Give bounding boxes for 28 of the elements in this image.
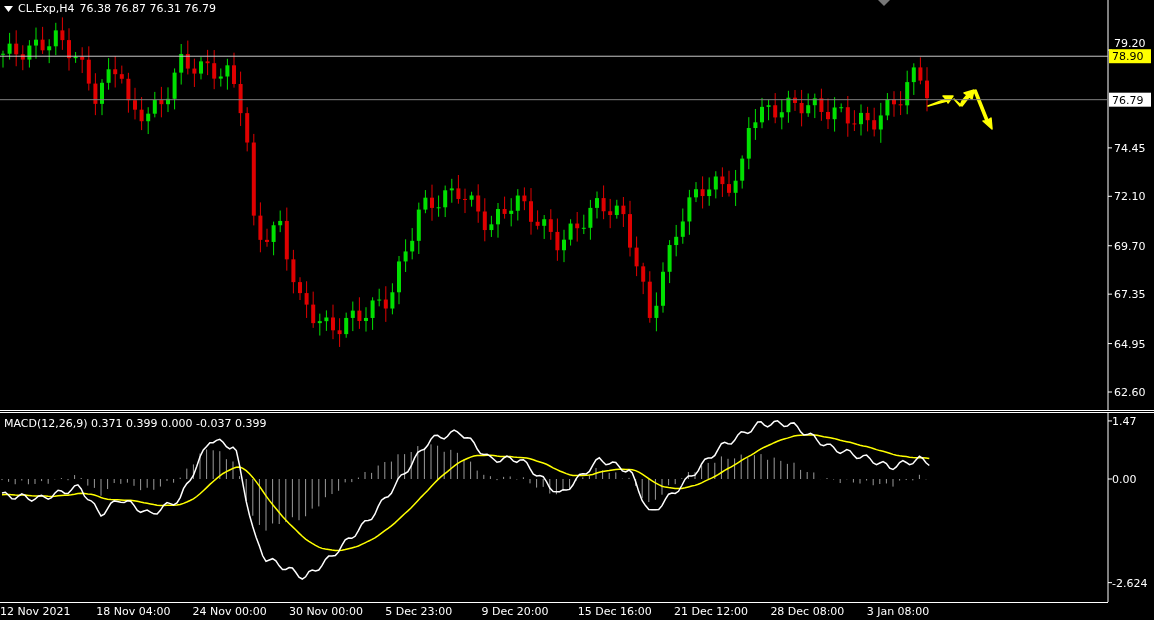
macd-axis-label: -2.624 (1112, 576, 1148, 590)
ohlc-values: 76.38 76.87 76.31 76.79 (79, 2, 216, 15)
price-tag: 76.79 (1109, 92, 1151, 107)
time-axis-label: 24 Nov 00:00 (192, 605, 268, 620)
macd-axis-label: 1.47 (1112, 414, 1137, 428)
time-axis-label: 15 Dec 16:00 (577, 605, 653, 620)
time-axis-label: 18 Nov 04:00 (96, 605, 172, 620)
price-axis-label: 62.60 (1114, 386, 1146, 399)
price-axis-label: 67.35 (1114, 288, 1146, 302)
price-tag: 78.90 (1109, 49, 1151, 64)
price-axis-label: 74.45 (1114, 141, 1146, 155)
price-axis-label: 79.20 (1114, 37, 1146, 51)
time-axis-label: 12 Nov 2021 (0, 605, 72, 620)
time-axis-label: 5 Dec 23:00 (385, 605, 454, 620)
price-axis-label: 64.95 (1114, 337, 1146, 351)
time-axis-label: 28 Dec 08:00 (770, 605, 846, 620)
price-axis-label: 72.10 (1114, 190, 1146, 204)
macd-axis-label: 0.00 (1112, 473, 1137, 486)
price-axis-label: 69.70 (1114, 239, 1146, 253)
macd-indicator-label: MACD(12,26,9) 0.371 0.399 0.000 -0.037 0.399 (4, 417, 267, 430)
dropdown-triangle-icon[interactable] (4, 5, 13, 12)
forecast-arrows-drawing (927, 89, 993, 130)
time-axis-label: 30 Nov 00:00 (288, 605, 365, 620)
time-axis-label: 9 Dec 20:00 (481, 605, 550, 620)
chart-shift-marker-icon[interactable] (878, 0, 890, 6)
time-axis-label: 3 Jan 08:00 (866, 605, 931, 620)
time-axis-label: 21 Dec 12:00 (674, 605, 750, 620)
symbol-label: CL.Exp,H4 (18, 2, 75, 15)
